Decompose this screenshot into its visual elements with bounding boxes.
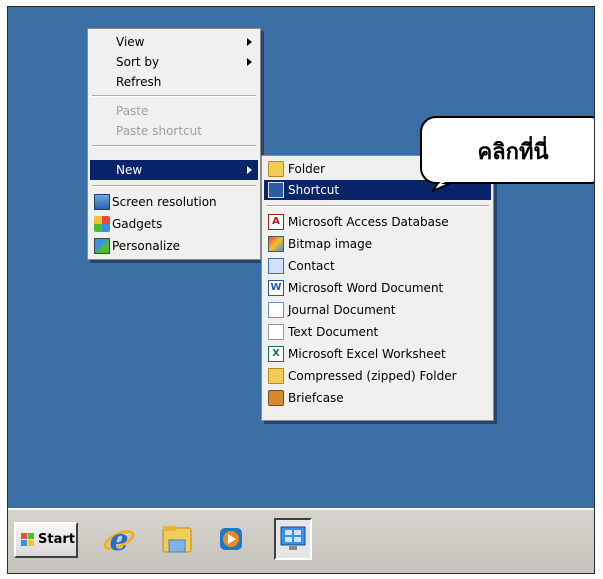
menu-item-label: Compressed (zipped) Folder	[288, 369, 457, 383]
menu-item-gadgets[interactable]: Gadgets	[90, 214, 258, 234]
menu-item-label: Microsoft Excel Worksheet	[288, 347, 446, 361]
submenu-arrow-icon	[247, 38, 252, 46]
submenu-arrow-icon	[247, 58, 252, 66]
menu-item-screen-resolution[interactable]: Screen resolution	[90, 192, 258, 212]
submenu-item-briefcase[interactable]: Briefcase	[264, 388, 491, 408]
text-document-icon	[268, 324, 284, 340]
start-button[interactable]: Start	[14, 522, 78, 558]
menu-item-view[interactable]: View	[90, 32, 258, 52]
desktop-preview-icon[interactable]	[274, 518, 312, 560]
menu-item-label: Gadgets	[112, 217, 163, 231]
shortcut-icon	[268, 182, 284, 198]
submenu-item-excel-worksheet[interactable]: X Microsoft Excel Worksheet	[264, 344, 491, 364]
menu-item-paste: Paste	[90, 101, 258, 121]
windows-explorer-icon[interactable]	[158, 518, 196, 560]
screen-resolution-icon	[94, 194, 110, 210]
submenu-item-bitmap-image[interactable]: Bitmap image	[264, 234, 491, 254]
menu-item-label: Microsoft Word Document	[288, 281, 444, 295]
menu-item-label: Screen resolution	[112, 195, 217, 209]
menu-item-personalize[interactable]: Personalize	[90, 236, 258, 256]
briefcase-icon	[268, 390, 284, 406]
menu-item-label: Sort by	[116, 55, 160, 69]
submenu-arrow-icon	[247, 166, 252, 174]
menu-item-label: Journal Document	[288, 303, 396, 317]
submenu-item-word-document[interactable]: W Microsoft Word Document	[264, 278, 491, 298]
submenu-item-zip-folder[interactable]: Compressed (zipped) Folder	[264, 366, 491, 386]
menu-item-label: Paste	[116, 104, 149, 118]
zip-folder-icon	[268, 368, 284, 384]
callout-bubble: คลิกที่นี่	[420, 116, 594, 184]
excel-icon: X	[268, 346, 284, 362]
menu-item-refresh[interactable]: Refresh	[90, 72, 258, 92]
windows-flag-icon	[21, 533, 35, 547]
submenu-item-journal-document[interactable]: Journal Document	[264, 300, 491, 320]
taskbar: Start e	[8, 508, 594, 573]
svg-text:e: e	[109, 523, 128, 558]
gadgets-icon	[94, 216, 110, 232]
menu-separator	[92, 145, 256, 147]
submenu-item-text-document[interactable]: Text Document	[264, 322, 491, 342]
menu-item-label: Contact	[288, 259, 335, 273]
menu-item-paste-shortcut: Paste shortcut	[90, 121, 258, 141]
menu-item-label: Bitmap image	[288, 237, 373, 251]
submenu-item-access-database[interactable]: A Microsoft Access Database	[264, 212, 491, 232]
menu-item-label: New	[116, 163, 143, 177]
screenshot-frame: View Sort by Refresh Paste Paste shortcu…	[7, 6, 595, 574]
journal-icon	[268, 302, 284, 318]
menu-item-label: Paste shortcut	[116, 124, 202, 138]
menu-item-label: Folder	[288, 162, 326, 176]
menu-item-label: Microsoft Access Database	[288, 215, 449, 229]
desktop-context-menu: View Sort by Refresh Paste Paste shortcu…	[87, 28, 261, 260]
menu-item-sort-by[interactable]: Sort by	[90, 52, 258, 72]
menu-separator	[266, 205, 489, 207]
menu-item-label: Refresh	[116, 75, 162, 89]
menu-item-label: Text Document	[288, 325, 379, 339]
menu-item-new[interactable]: New	[90, 160, 258, 180]
personalize-icon	[94, 238, 110, 254]
menu-item-label: Shortcut	[288, 183, 340, 197]
new-submenu: Folder Shortcut A Microsoft Access Datab…	[261, 155, 494, 421]
contact-icon	[268, 258, 284, 274]
word-icon: W	[268, 280, 284, 296]
menu-item-label: Briefcase	[288, 391, 344, 405]
menu-item-label: Personalize	[112, 239, 181, 253]
access-icon: A	[268, 214, 284, 230]
media-player-icon[interactable]	[212, 518, 250, 560]
menu-item-label: View	[116, 35, 145, 49]
internet-explorer-icon[interactable]: e	[100, 518, 138, 560]
bitmap-icon	[268, 236, 284, 252]
callout-text: คลิกที่นี่	[477, 140, 549, 165]
menu-separator	[92, 185, 256, 187]
start-label: Start	[38, 532, 75, 547]
menu-separator	[92, 95, 256, 97]
submenu-item-contact[interactable]: Contact	[264, 256, 491, 276]
folder-icon	[268, 161, 284, 177]
